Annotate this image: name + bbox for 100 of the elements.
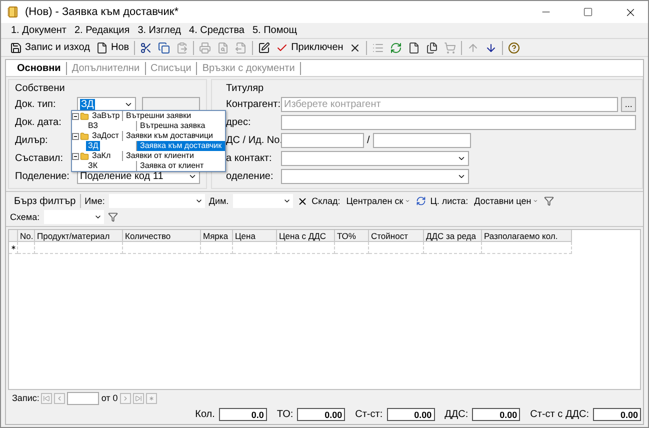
division-combo[interactable] <box>281 169 469 184</box>
total-label: ДДС: <box>444 408 468 420</box>
menu-item[interactable]: 2. Редакция <box>70 23 134 38</box>
table-cell[interactable] <box>18 242 35 254</box>
table-cell[interactable] <box>201 242 233 254</box>
column-header[interactable]: Количество <box>123 230 201 242</box>
next-record-button[interactable] <box>120 392 131 404</box>
popup-item[interactable]: Вътрешни заявки <box>122 111 225 121</box>
next-icon <box>122 394 129 402</box>
column-header[interactable]: Мярка <box>201 230 233 242</box>
clear-icon[interactable] <box>296 196 308 206</box>
collapse-icon[interactable] <box>72 132 79 140</box>
up-arrow-icon <box>467 42 480 54</box>
table-cell[interactable] <box>424 242 482 254</box>
id-field[interactable] <box>372 133 471 148</box>
dropdown-icon <box>94 213 102 221</box>
dropdown-icon <box>194 197 203 205</box>
total-label: ТО: <box>276 408 294 420</box>
tree-item[interactable]: ВЗ <box>86 121 100 131</box>
table-cell[interactable] <box>369 242 424 254</box>
last-icon <box>134 394 142 402</box>
record-label: Запис: <box>12 393 40 403</box>
menu-item[interactable]: 5. Помощ <box>248 23 301 38</box>
table-cell[interactable] <box>335 242 369 254</box>
tab[interactable]: Основни <box>12 62 67 74</box>
filter-icon[interactable] <box>108 212 118 222</box>
column-header[interactable]: Разполагаемо кол. <box>482 230 572 242</box>
doc-type-combo[interactable]: ЗД <box>77 96 136 112</box>
vat-field[interactable] <box>281 133 364 148</box>
table-cell[interactable] <box>482 242 572 254</box>
table-cell[interactable] <box>277 242 335 254</box>
filter-label: Склад: <box>312 196 340 206</box>
column-header[interactable]: No. <box>18 230 35 242</box>
refresh-icon[interactable] <box>416 196 426 206</box>
tree-item[interactable]: ЗаДост <box>90 131 121 141</box>
column-header[interactable]: Цена с ДДС <box>277 230 335 242</box>
tree-item[interactable]: ЗаВътр <box>90 111 122 121</box>
dropdown-icon <box>282 197 291 205</box>
table-cell[interactable] <box>35 242 123 254</box>
popup-item[interactable]: Заявка към доставчик <box>136 141 225 151</box>
new-record-button[interactable] <box>146 392 157 404</box>
total-value: 0.00 <box>472 408 520 420</box>
preview-icon <box>217 42 230 54</box>
quick-filter-button[interactable]: Бърз филтър <box>10 194 81 208</box>
record-count: от 0 <box>101 393 118 403</box>
collapse-icon[interactable] <box>72 112 79 120</box>
menu-item[interactable]: 3. Изглед <box>134 23 186 38</box>
document-icon <box>96 42 108 54</box>
tree-item[interactable]: ЗД <box>86 141 100 151</box>
field-label: Дилър: <box>15 135 49 146</box>
column-header[interactable]: Продукт/материал <box>35 230 123 242</box>
popup-item[interactable]: Заявки от клиенти <box>122 151 225 161</box>
document-icon <box>408 42 420 54</box>
field-label: дрес: <box>226 116 252 128</box>
first-record-button[interactable] <box>41 392 52 404</box>
menu-item[interactable]: 1. Документ <box>7 23 70 38</box>
dropdown-icon <box>405 197 410 205</box>
field-label: а контакт: <box>226 153 273 164</box>
filter-label: Ц. листа: <box>430 196 468 206</box>
column-header[interactable]: ДДС за реда <box>424 230 482 242</box>
asterisk-icon <box>148 394 155 402</box>
tree-item[interactable]: ЗК <box>86 161 100 171</box>
record-input[interactable] <box>67 392 100 404</box>
toolbar-button[interactable]: Приключен <box>273 39 346 56</box>
window-title: (Нов) - Заявка към доставчик* <box>25 6 180 18</box>
total-value: 0.0 <box>218 408 267 420</box>
browse-button[interactable]: ... <box>621 96 636 112</box>
menu-item[interactable]: 4. Средства <box>185 23 248 38</box>
total-value: 0.00 <box>593 408 641 420</box>
filter-icon[interactable] <box>544 196 554 206</box>
column-header[interactable]: Стойност <box>369 230 424 242</box>
address-field[interactable] <box>281 114 636 130</box>
warehouse-combo[interactable]: Централен ск <box>344 194 412 208</box>
field-label: оделение: <box>226 171 274 182</box>
table-cell[interactable] <box>123 242 201 254</box>
first-icon <box>43 394 50 402</box>
toolbar-button[interactable]: Запис и изход <box>7 39 93 56</box>
collapse-icon[interactable] <box>72 152 79 160</box>
column-header[interactable]: ТО% <box>335 230 369 242</box>
total-label: Кол. <box>195 408 215 420</box>
popup-item[interactable]: Заявка от клиент <box>136 161 225 171</box>
price-list-combo[interactable]: Доставни цен <box>472 194 540 208</box>
last-record-button[interactable] <box>132 392 144 404</box>
popup-item[interactable]: Вътрешна заявка <box>136 121 225 131</box>
group-title: Титуляр <box>226 82 265 95</box>
checkmark-icon <box>276 42 288 54</box>
toolbar-button[interactable]: Нов <box>92 39 132 56</box>
tree-item[interactable]: ЗаКл <box>90 151 113 161</box>
edit-icon <box>258 42 270 54</box>
table-cell[interactable] <box>233 242 277 254</box>
printer-icon <box>199 42 212 54</box>
copy-icon <box>158 42 170 54</box>
contact-combo[interactable] <box>281 151 469 166</box>
total-value: 0.00 <box>297 408 346 420</box>
previous-icon <box>56 394 64 402</box>
paste-icon <box>176 42 188 54</box>
app-icon <box>7 6 19 18</box>
previous-record-button[interactable] <box>54 392 66 404</box>
filter-label: Дим. <box>208 196 229 206</box>
column-header[interactable]: Цена <box>233 230 277 242</box>
